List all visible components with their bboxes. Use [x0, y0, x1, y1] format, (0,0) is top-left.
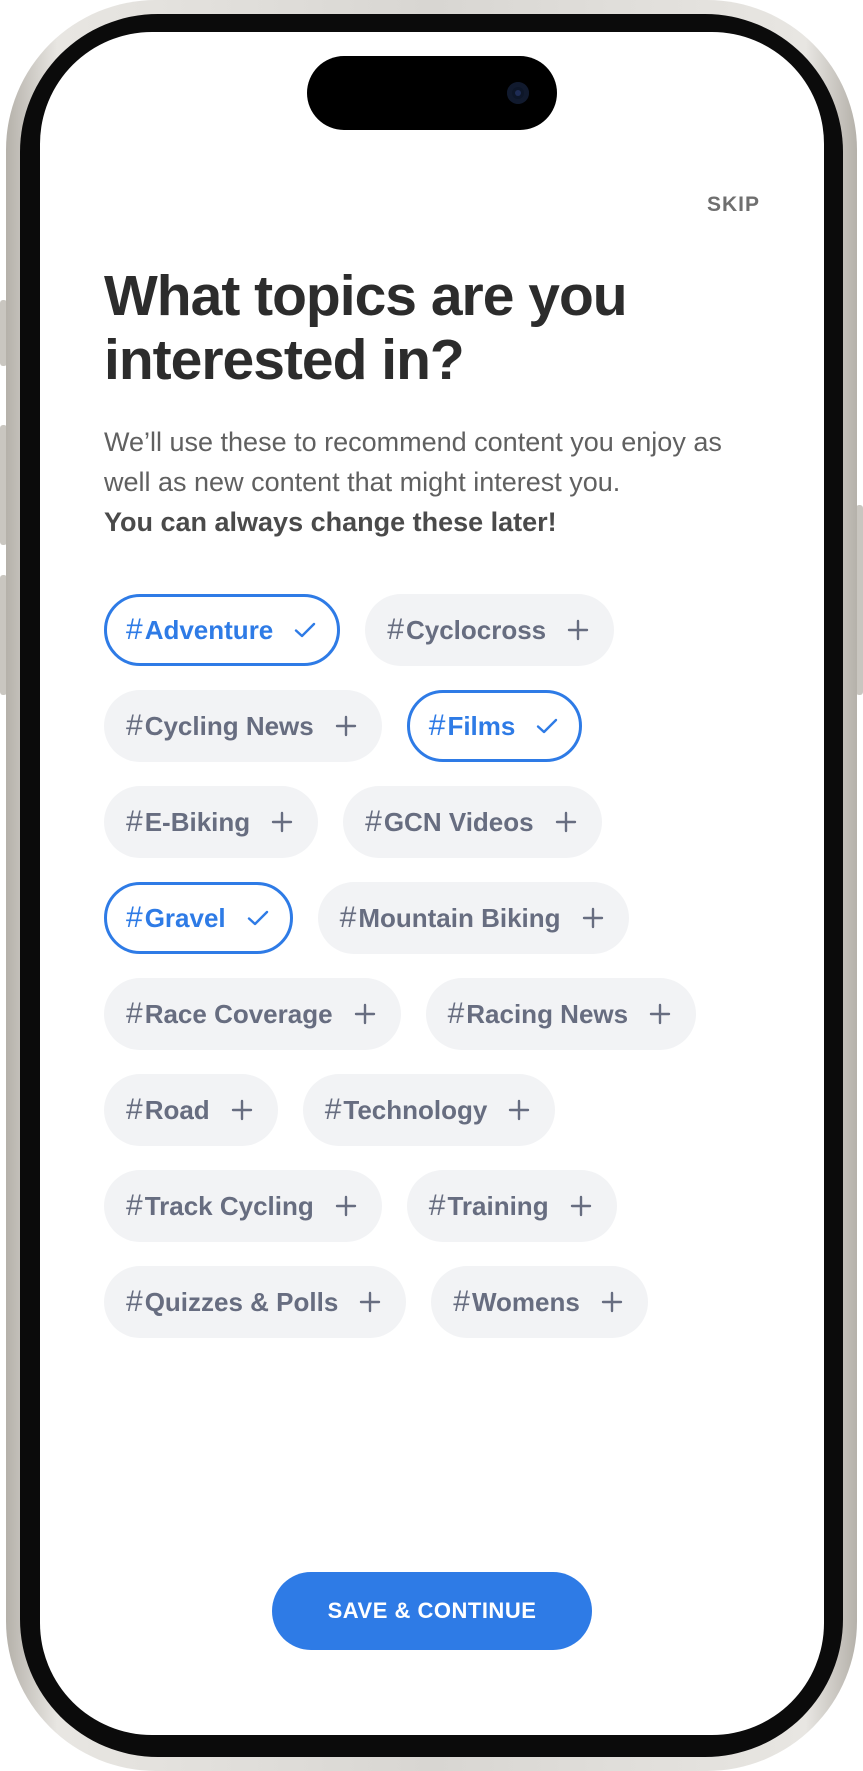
skip-button[interactable]: SKIP — [707, 193, 760, 217]
topic-chip-label: Cyclocross — [405, 614, 547, 645]
plus-icon — [358, 1290, 382, 1314]
topic-chip[interactable]: # Mountain Biking — [317, 882, 629, 954]
subtitle-text: We’ll use these to recommend content you… — [104, 427, 722, 497]
topic-chip[interactable]: # GCN Videos — [343, 786, 602, 858]
topic-chip-label: Training — [447, 1190, 549, 1221]
topic-chip-label: Track Cycling — [144, 1190, 314, 1221]
topic-chip[interactable]: # E-Biking — [104, 786, 319, 858]
topic-chip[interactable]: # Films — [406, 690, 583, 762]
check-icon — [535, 714, 559, 738]
hash-icon: # — [126, 1285, 143, 1318]
page-title: What topics are you interested in? — [104, 264, 628, 392]
topic-chip[interactable]: # Quizzes & Polls — [104, 1266, 407, 1338]
check-icon — [293, 618, 317, 642]
hash-icon: # — [126, 805, 143, 838]
plus-icon — [270, 810, 294, 834]
plus-icon — [353, 1002, 377, 1026]
topic-chip-label: Adventure — [144, 614, 274, 645]
hash-icon: # — [126, 997, 143, 1030]
plus-icon — [507, 1098, 531, 1122]
topic-chip-label: Mountain Biking — [358, 902, 561, 933]
plus-icon — [648, 1002, 672, 1026]
plus-icon — [566, 618, 590, 642]
plus-icon — [334, 714, 358, 738]
topic-chip[interactable]: # Training — [406, 1170, 617, 1242]
hash-icon: # — [428, 709, 446, 742]
plus-icon — [581, 906, 605, 930]
topic-chip-label: Race Coverage — [144, 998, 333, 1029]
topic-chip-label: E-Biking — [144, 806, 251, 837]
app-screen: SKIP What topics are you interested in? … — [40, 32, 824, 1735]
plus-icon — [569, 1194, 593, 1218]
topic-chip-list: # Adventure # Cyclocross # Cycling News # Films… — [104, 594, 784, 1338]
topic-chip-label: Technology — [343, 1094, 488, 1125]
topic-chip[interactable]: # Womens — [431, 1266, 648, 1338]
topic-chip[interactable]: # Cycling News — [104, 690, 382, 762]
hash-icon: # — [447, 997, 465, 1030]
topic-chip-label: GCN Videos — [383, 806, 534, 837]
topic-chip[interactable]: # Technology — [302, 1074, 556, 1146]
hash-icon: # — [387, 613, 404, 646]
hash-icon: # — [324, 1093, 342, 1126]
hash-icon: # — [126, 901, 143, 934]
topic-chip[interactable]: # Gravel — [104, 882, 293, 954]
topic-chip-label: Racing News — [466, 998, 629, 1029]
topic-chip[interactable]: # Race Coverage — [104, 978, 401, 1050]
page-subtitle: We’ll use these to recommend content you… — [104, 422, 764, 542]
topic-chip[interactable]: # Cyclocross — [365, 594, 615, 666]
plus-icon — [554, 810, 578, 834]
topic-chip-label: Road — [144, 1094, 210, 1125]
hash-icon: # — [428, 1189, 446, 1222]
hash-icon: # — [126, 1189, 143, 1222]
topic-chip[interactable]: # Track Cycling — [104, 1170, 382, 1242]
topic-chip-label: Quizzes & Polls — [144, 1286, 339, 1317]
topic-chip-label: Cycling News — [144, 710, 314, 741]
topic-chip-label: Films — [447, 710, 516, 741]
hash-icon: # — [126, 1093, 143, 1126]
topic-chip[interactable]: # Adventure — [104, 594, 341, 666]
topic-chip[interactable]: # Road — [104, 1074, 278, 1146]
hash-icon: # — [126, 613, 143, 646]
save-continue-button[interactable]: SAVE & CONTINUE — [272, 1572, 592, 1650]
topic-chip-label: Gravel — [144, 902, 226, 933]
plus-icon — [334, 1194, 358, 1218]
plus-icon — [230, 1098, 254, 1122]
hash-icon: # — [453, 1285, 470, 1318]
check-icon — [246, 906, 270, 930]
plus-icon — [600, 1290, 624, 1314]
hash-icon: # — [339, 901, 357, 934]
topic-chip[interactable]: # Racing News — [425, 978, 697, 1050]
subtitle-emphasis: You can always change these later! — [104, 507, 557, 537]
hash-icon: # — [126, 709, 143, 742]
dynamic-island — [307, 56, 557, 130]
hash-icon: # — [365, 805, 382, 838]
camera-icon — [507, 82, 529, 104]
topic-chip-label: Womens — [471, 1286, 580, 1317]
power-button — [856, 505, 863, 695]
